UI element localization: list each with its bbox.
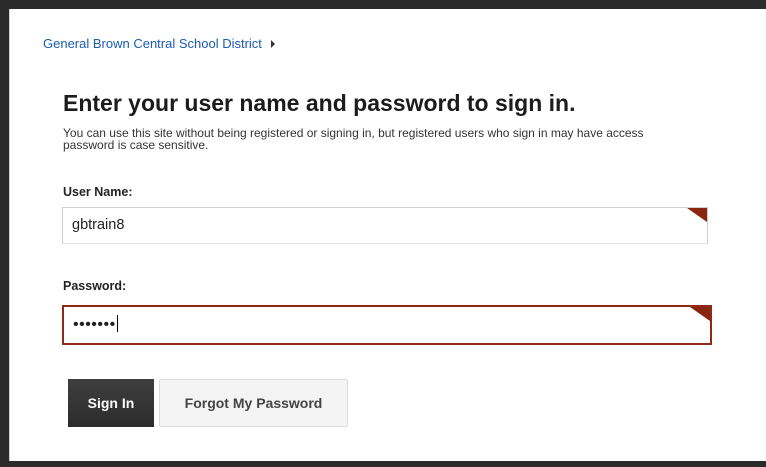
intro-text: You can use this site without being regi…: [63, 127, 766, 151]
required-flag-icon: [687, 208, 707, 222]
breadcrumb-site-link[interactable]: General Brown Central School District: [43, 36, 262, 51]
screen-frame: General Brown Central School District En…: [0, 0, 766, 467]
password-field[interactable]: •••••••: [62, 305, 712, 345]
username-label: User Name:: [63, 185, 133, 199]
password-label: Password:: [63, 279, 127, 293]
forgot-password-button[interactable]: Forgot My Password: [159, 379, 348, 427]
required-flag-icon: [690, 307, 710, 321]
password-value: •••••••: [73, 307, 118, 343]
username-value: gbtrain8: [72, 217, 125, 233]
password-mask: •••••••: [73, 316, 116, 333]
username-field[interactable]: gbtrain8: [62, 207, 708, 244]
sign-in-panel: General Brown Central School District En…: [9, 9, 766, 461]
breadcrumb-separator-icon: [270, 39, 275, 48]
breadcrumb: General Brown Central School District: [43, 36, 275, 51]
page-title: Enter your user name and password to sig…: [63, 90, 576, 116]
text-caret: [116, 315, 118, 332]
intro-text-line-2: password is case sensitive.: [63, 138, 209, 152]
sign-in-button[interactable]: Sign In: [68, 379, 154, 427]
